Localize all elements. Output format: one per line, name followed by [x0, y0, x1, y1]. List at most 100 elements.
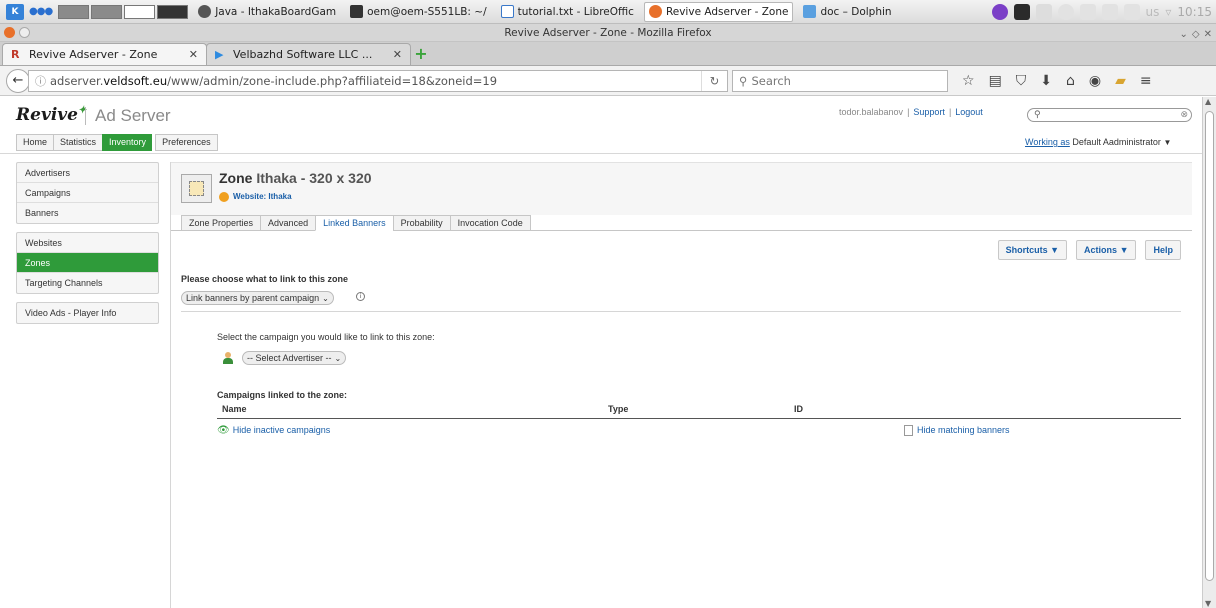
- desktop-3[interactable]: [124, 4, 156, 19]
- browser-tab-revive[interactable]: R Revive Adserver - Zone ✕: [2, 43, 207, 65]
- advertiser-select[interactable]: -- Select Advertiser -- ⌄: [242, 351, 347, 365]
- taskbar-item-terminal[interactable]: oem@oem-S551LB: ~/: [346, 2, 490, 22]
- browser-tabstrip: R Revive Adserver - Zone ✕ ▶ Velbazhd So…: [0, 42, 1216, 66]
- url-bar[interactable]: ⓘ adserver. veldsoft.eu/www/admin/zone-in…: [28, 69, 728, 92]
- table-header-divider: [217, 418, 1181, 419]
- site-search-input[interactable]: ⚲ ⊗: [1027, 108, 1192, 122]
- scrollbar-thumb[interactable]: [1205, 111, 1214, 581]
- hide-matching-banners-link[interactable]: Hide matching banners: [904, 425, 1010, 437]
- desktop-4[interactable]: [157, 4, 189, 19]
- window-title: Revive Adserver - Zone - Mozilla Firefox: [504, 27, 712, 39]
- wifi-icon[interactable]: [1123, 4, 1140, 20]
- window-titlebar: Revive Adserver - Zone - Mozilla Firefox…: [0, 24, 1216, 42]
- help-button[interactable]: Help: [1145, 240, 1181, 260]
- bookmark-star-icon[interactable]: ☆: [962, 73, 975, 89]
- pin-icon[interactable]: [19, 27, 30, 38]
- taskbar-item-firefox[interactable]: Revive Adserver - Zone: [643, 1, 794, 22]
- page-content: Revive✦ Ad Server todor.balabanov | Suppor…: [0, 97, 1202, 608]
- tray-expand-icon[interactable]: ▿: [1165, 5, 1171, 19]
- support-link[interactable]: Support: [913, 107, 945, 117]
- nav-home[interactable]: Home: [16, 134, 54, 151]
- tab-advanced[interactable]: Advanced: [260, 215, 316, 231]
- website-link[interactable]: Website: Ithaka: [219, 192, 292, 202]
- new-tab-button[interactable]: +: [410, 43, 432, 65]
- link-type-select[interactable]: Link banners by parent campaign ⌄: [181, 291, 334, 305]
- reading-list-icon[interactable]: ▤: [989, 73, 1002, 89]
- sidebar-item-campaigns[interactable]: Campaigns: [17, 183, 158, 203]
- firefox-icon: [648, 5, 662, 18]
- revive-logo[interactable]: Revive✦: [16, 105, 86, 125]
- site-info-icon[interactable]: ⓘ: [35, 73, 46, 89]
- scroll-up-icon[interactable]: ▲: [1205, 97, 1211, 106]
- activities-icon[interactable]: ●●●: [29, 6, 53, 17]
- back-button[interactable]: ←: [6, 68, 30, 93]
- pocket-icon[interactable]: ⛉: [1016, 73, 1027, 89]
- search-input[interactable]: ⚲ Search: [732, 69, 948, 92]
- page-scrollbar[interactable]: ▲ ▼: [1202, 97, 1216, 608]
- bluetooth-icon[interactable]: [1101, 4, 1118, 20]
- taskbar-item-java[interactable]: Java - IthakaBoardGam: [194, 2, 340, 22]
- desktop-1[interactable]: [58, 4, 90, 19]
- column-header-id: ID: [794, 404, 803, 414]
- clipboard-icon[interactable]: [1035, 4, 1052, 20]
- close-tab-icon[interactable]: ✕: [189, 48, 198, 61]
- network-icon[interactable]: [1057, 4, 1074, 20]
- nav-inventory[interactable]: Inventory: [102, 134, 153, 151]
- sidebar-item-zones[interactable]: Zones: [17, 253, 158, 273]
- downloads-icon[interactable]: ⬇: [1040, 73, 1052, 89]
- main-content: Zone Ithaka - 320 x 320 Website: Ithaka …: [170, 162, 1192, 608]
- sidebar: Advertisers Campaigns Banners Websites Z…: [16, 162, 159, 332]
- skype-icon[interactable]: [991, 4, 1008, 20]
- zone-header: Zone Ithaka - 320 x 320 Website: Ithaka: [171, 162, 1192, 215]
- nav-preferences[interactable]: Preferences: [155, 134, 218, 151]
- sidebar-item-websites[interactable]: Websites: [17, 233, 158, 253]
- nav-statistics[interactable]: Statistics: [53, 134, 103, 151]
- logout-link[interactable]: Logout: [955, 107, 983, 117]
- sidebar-item-advertisers[interactable]: Advertisers: [17, 163, 158, 183]
- close-tab-icon[interactable]: ✕: [393, 48, 402, 61]
- clear-search-icon[interactable]: ⊗: [1180, 109, 1188, 121]
- shortcuts-button[interactable]: Shortcuts ▼: [997, 240, 1068, 260]
- scroll-down-icon[interactable]: ▼: [1205, 599, 1211, 608]
- chat-icon[interactable]: ◉: [1089, 73, 1101, 89]
- menu-icon[interactable]: ≡: [1140, 73, 1152, 89]
- browser-navbar: ← ⓘ adserver. veldsoft.eu/www/admin/zone-…: [0, 66, 1216, 96]
- tab-probability[interactable]: Probability: [392, 215, 450, 231]
- extension-icon[interactable]: ▰: [1115, 73, 1126, 89]
- volume-icon[interactable]: [1079, 4, 1096, 20]
- reload-icon[interactable]: ↻: [701, 70, 727, 91]
- sidebar-item-video-ads[interactable]: Video Ads - Player Info: [17, 303, 158, 323]
- hide-inactive-campaigns-link[interactable]: 👁 Hide inactive campaigns: [217, 425, 330, 436]
- window-menu-icon[interactable]: [4, 27, 15, 38]
- os-taskbar: K ●●● Java - IthakaBoardGam oem@oem-S551…: [0, 0, 1216, 24]
- username: todor.balabanov: [839, 107, 904, 117]
- caret-down-icon: ▼: [1050, 245, 1060, 255]
- sidebar-item-targeting-channels[interactable]: Targeting Channels: [17, 273, 158, 293]
- home-icon[interactable]: ⌂: [1066, 73, 1075, 89]
- zone-tabs: Zone Properties Advanced Linked Banners …: [181, 215, 531, 231]
- desktop-pager[interactable]: [58, 4, 189, 19]
- logo-divider: [85, 107, 86, 125]
- actions-button[interactable]: Actions ▼: [1076, 240, 1137, 260]
- revive-favicon-icon: R: [11, 47, 20, 61]
- tab-zone-properties[interactable]: Zone Properties: [181, 215, 261, 231]
- tab-linked-banners[interactable]: Linked Banners: [315, 215, 393, 231]
- sidebar-group-advertising: Advertisers Campaigns Banners: [16, 162, 159, 224]
- header-divider: [0, 153, 1202, 154]
- desktop-2[interactable]: [91, 4, 123, 19]
- link-type-label: Please choose what to link to this zone: [181, 274, 349, 284]
- update-icon[interactable]: [1013, 4, 1030, 20]
- sidebar-item-banners[interactable]: Banners: [17, 203, 158, 223]
- keyboard-layout[interactable]: us: [1146, 5, 1160, 19]
- sidebar-group-publishing: Websites Zones Targeting Channels: [16, 232, 159, 294]
- play-favicon-icon: ▶: [215, 47, 224, 61]
- clock[interactable]: 10:15: [1177, 5, 1212, 19]
- help-icon[interactable]: i: [356, 292, 365, 301]
- tab-invocation-code[interactable]: Invocation Code: [449, 215, 531, 231]
- browser-tab-velbazhd[interactable]: ▶ Velbazhd Software LLC ... ✕: [206, 43, 411, 65]
- app-launcher-icon[interactable]: K: [6, 3, 24, 20]
- working-as[interactable]: Working as Default Aadministrator ▼: [1025, 137, 1171, 147]
- user-links: todor.balabanov | Support | Logout: [839, 107, 983, 117]
- taskbar-item-libreoffice[interactable]: tutorial.txt - LibreOffic: [497, 2, 638, 22]
- taskbar-item-dolphin[interactable]: doc – Dolphin: [799, 2, 895, 22]
